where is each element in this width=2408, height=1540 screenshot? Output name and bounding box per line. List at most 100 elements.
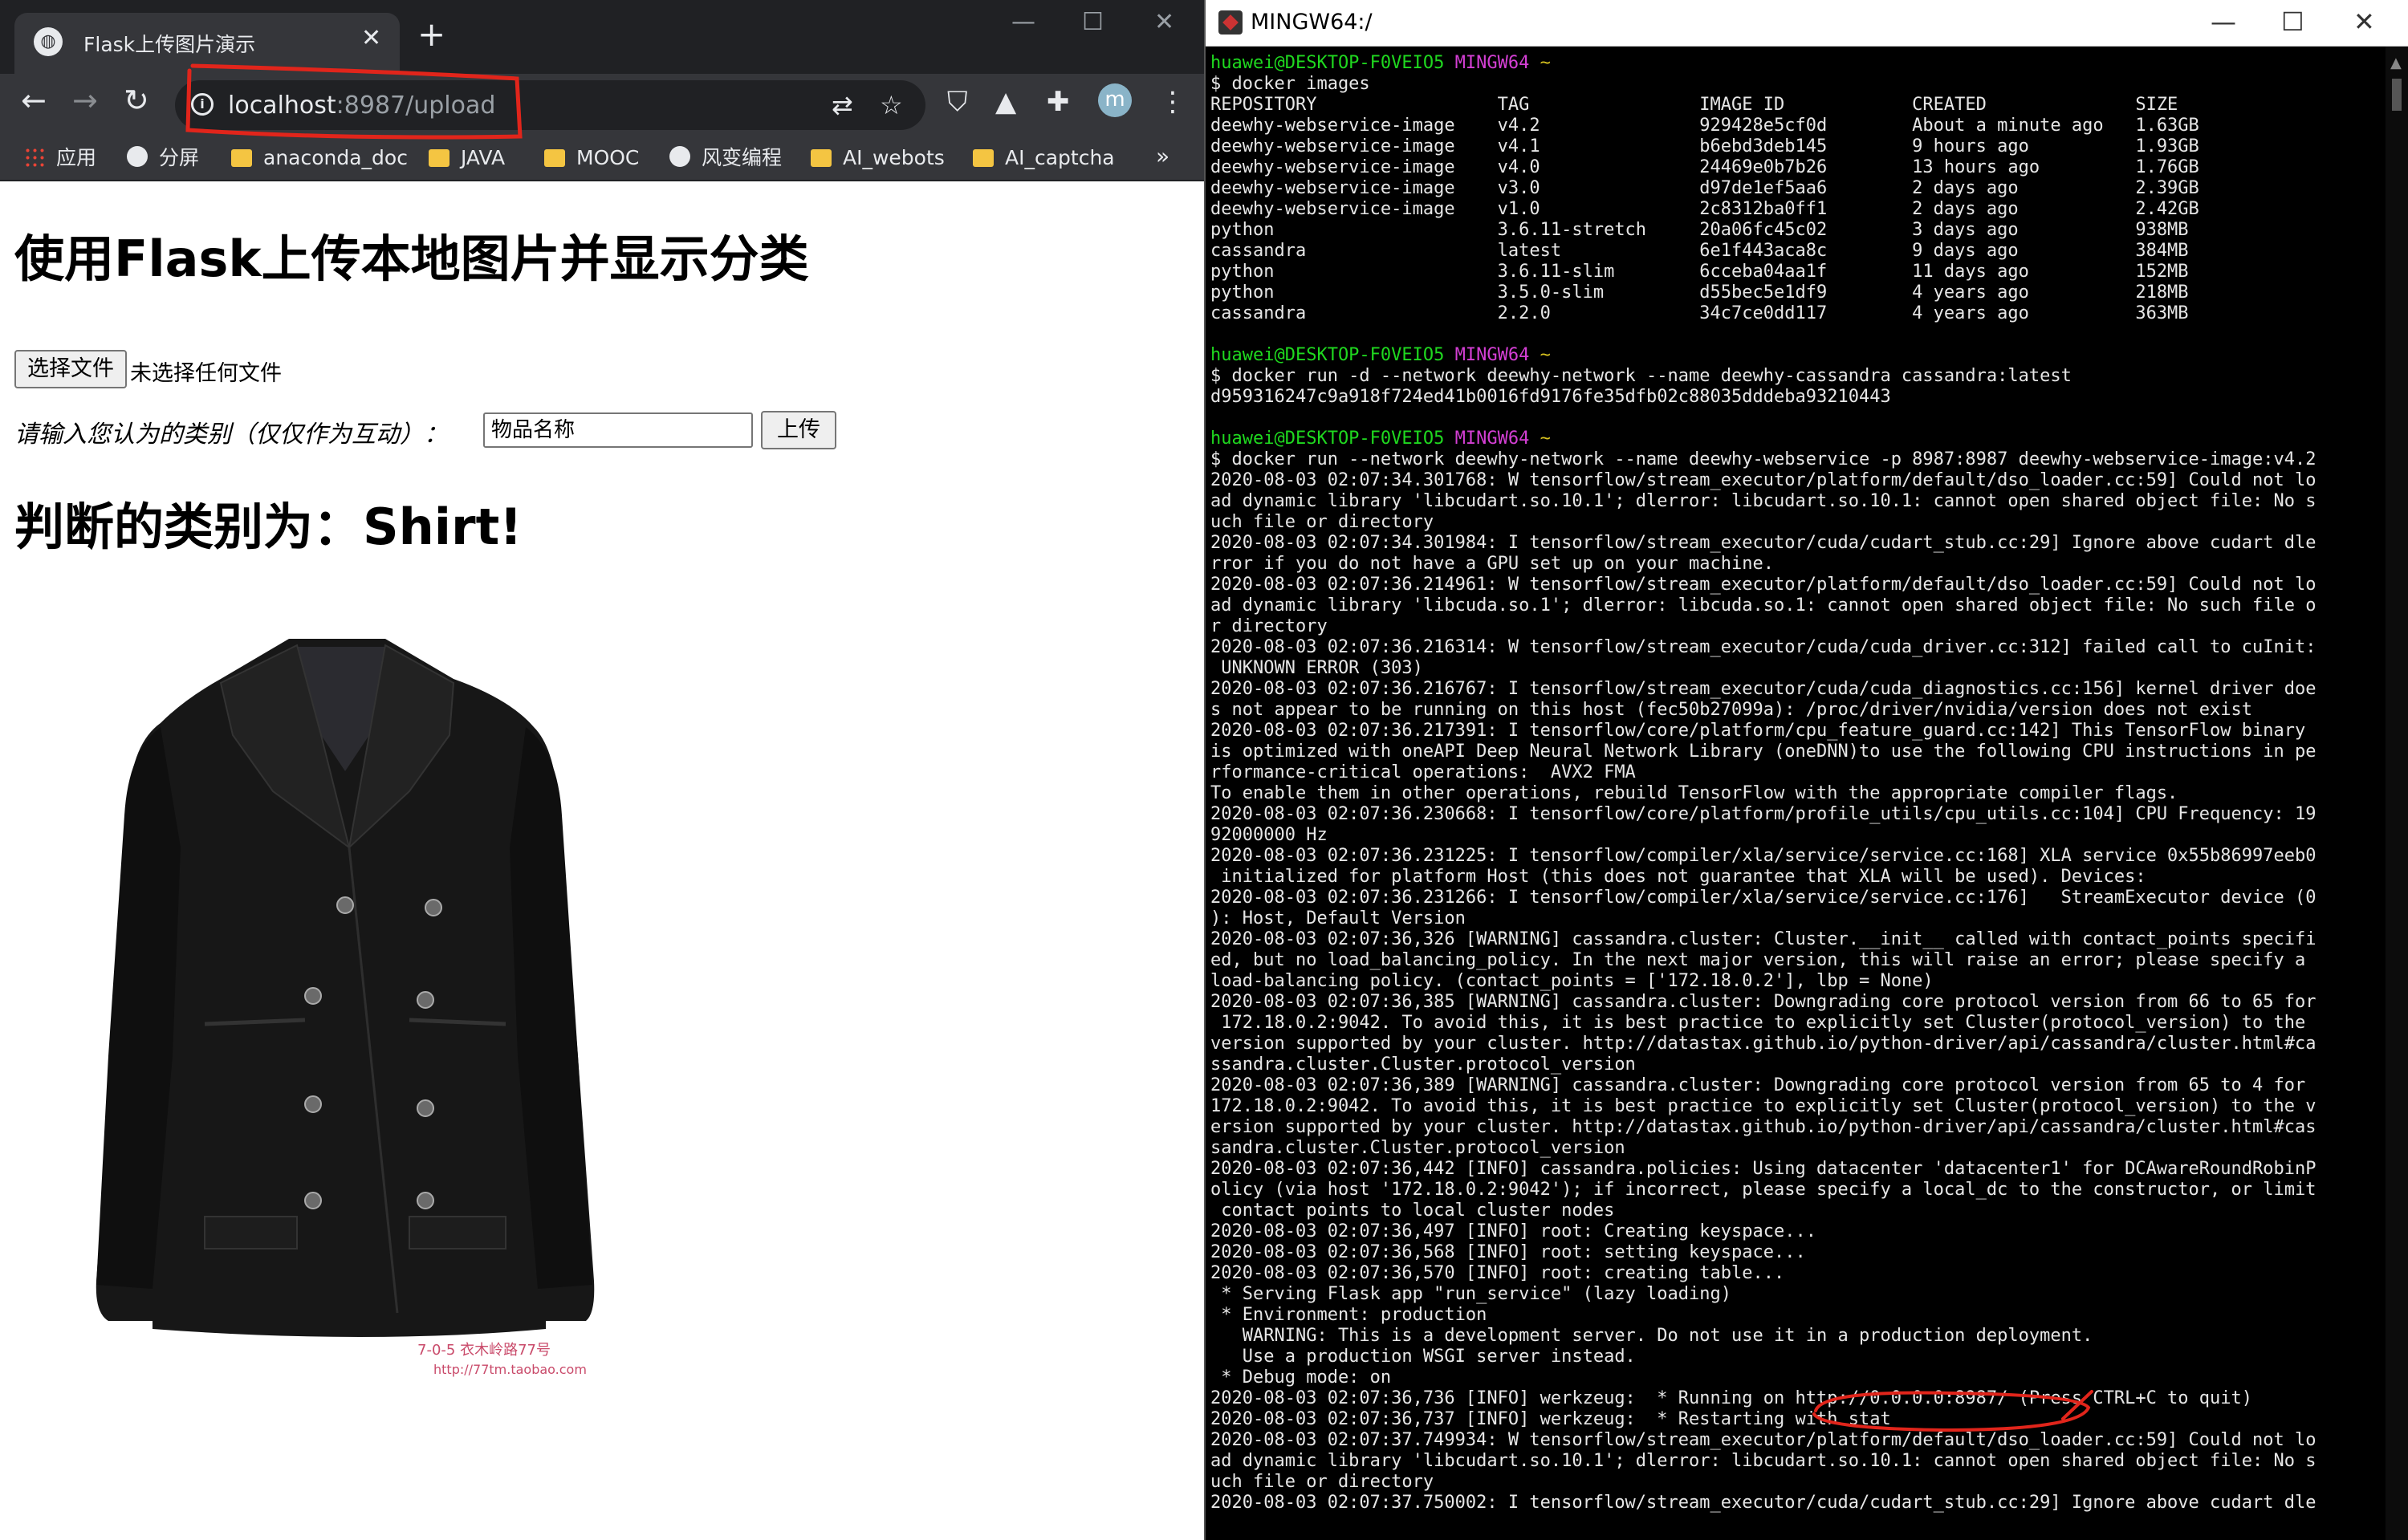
- terminal-line: 2020-08-03 02:07:37.749934: W tensorflow…: [1210, 1430, 2316, 1450]
- reload-icon[interactable]: ↻: [124, 85, 149, 116]
- terminal-line: 2020-08-03 02:07:36,737 [INFO] werkzeug:…: [1210, 1409, 1891, 1429]
- terminal-line: initialized for platform Host (this does…: [1210, 867, 2146, 887]
- terminal-line: 2020-08-03 02:07:36.230668: I tensorflow…: [1210, 804, 2316, 824]
- scrollbar-thumb[interactable]: [2392, 79, 2402, 111]
- terminal-line: 2020-08-03 02:07:36,442 [INFO] cassandra…: [1210, 1159, 2316, 1179]
- terminal-line: $ docker images: [1210, 74, 1370, 94]
- terminal-line: 172.18.0.2:9042. To avoid this, it is be…: [1210, 1013, 2306, 1033]
- terminal-line: ): Host, Default Version: [1210, 908, 1466, 928]
- terminal-line: To enable them in other operations, rebu…: [1210, 783, 2178, 803]
- terminal-line: cassandra latest 6e1f443aca8c 9 days ago…: [1210, 241, 2189, 261]
- forward-icon[interactable]: →: [72, 85, 98, 116]
- terminal-line: 2020-08-03 02:07:36.216767: I tensorflow…: [1210, 679, 2316, 699]
- category-prompt: 请输入您认为的类别（仅仅作为互动）：: [14, 421, 448, 449]
- terminal-line: ad dynamic library 'libcuda.so.1'; dlerr…: [1210, 595, 2316, 616]
- choose-file-button[interactable]: 选择文件: [14, 350, 127, 388]
- terminal-line: ed, but no load_balancing_policy. In the…: [1210, 950, 2306, 970]
- terminal-prompt-line: huawei@DESKTOP-F0VEIO5 MINGW64 ~: [1210, 429, 2382, 449]
- terminal-line: 2020-08-03 02:07:36,570 [INFO] root: cre…: [1210, 1263, 1785, 1283]
- tab-title: Flask上传图片演示: [83, 33, 256, 56]
- bookmark-apps[interactable]: 应用: [24, 141, 96, 175]
- maximize-button[interactable]: ☐: [1082, 8, 1104, 36]
- terminal-line: * Environment: production: [1210, 1305, 1487, 1325]
- terminal-line: 92000000 Hz: [1210, 825, 1328, 845]
- terminal-line: 2020-08-03 02:07:36.214961: W tensorflow…: [1210, 575, 2316, 595]
- terminal-line: Use a production WSGI server instead.: [1210, 1347, 1636, 1367]
- prompt-path: ~: [1529, 345, 1551, 365]
- puzzle-icon[interactable]: ✚: [1047, 88, 1070, 116]
- bookmarks-more-icon[interactable]: »: [1156, 143, 1169, 169]
- result-heading: 判断的类别为：Shirt!: [14, 498, 523, 556]
- terminal-line: 2020-08-03 02:07:36.231266: I tensorflow…: [1210, 888, 2316, 908]
- terminal-line: 2020-08-03 02:07:36,497 [INFO] root: Cre…: [1210, 1221, 1816, 1241]
- terminal-line: deewhy-webservice-image v4.1 b6ebd3deb14…: [1210, 136, 2199, 156]
- terminal-scrollbar[interactable]: ▲: [2386, 47, 2408, 1540]
- terminal-line: ad dynamic library 'libcudart.so.10.1'; …: [1210, 1451, 2316, 1471]
- globe-icon: [127, 146, 148, 167]
- terminal-line: deewhy-webservice-image v4.0 24469e0b7b2…: [1210, 157, 2199, 177]
- folder-icon: [973, 149, 994, 167]
- folder-icon: [811, 149, 832, 167]
- file-status-text: 未选择任何文件: [130, 361, 282, 386]
- prompt-system: MINGW64: [1444, 429, 1530, 449]
- upload-button[interactable]: 上传: [761, 411, 836, 449]
- terminal-line: 2020-08-03 02:07:36,389 [WARNING] cassan…: [1210, 1075, 2306, 1095]
- terminal-line: 2020-08-03 02:07:37.750002: I tensorflow…: [1210, 1493, 2316, 1513]
- bookmark-anaconda-doc[interactable]: anaconda_doc: [231, 141, 408, 175]
- terminal-line: $ docker run --network deewhy-network --…: [1210, 449, 2316, 469]
- mingw-icon: [1218, 10, 1243, 35]
- scroll-up-icon[interactable]: ▲: [2390, 55, 2402, 71]
- prompt-user: huawei@DESKTOP-F0VEIO5: [1210, 53, 1445, 73]
- terminal-line: sandra.cluster.Cluster.protocol_version: [1210, 1138, 1625, 1158]
- category-input[interactable]: 物品名称: [483, 412, 753, 448]
- terminal-prompt-line: huawei@DESKTOP-F0VEIO5 MINGW64 ~: [1210, 345, 2382, 366]
- translate-icon[interactable]: ⇄: [832, 90, 853, 120]
- terminal-line: python 3.6.11-stretch 20a06fc45c02 3 day…: [1210, 220, 2189, 240]
- terminal-line: uch file or directory: [1210, 512, 1434, 532]
- menu-dots-icon[interactable]: ⋮: [1159, 88, 1186, 116]
- close-tab-icon[interactable]: ✕: [361, 24, 381, 52]
- watermark-text: 7-0-5 衣木岭路77号: [417, 1342, 551, 1359]
- red-highlight-annotation: [1812, 1390, 2093, 1432]
- prompt-user: huawei@DESKTOP-F0VEIO5: [1210, 345, 1445, 365]
- bookmark-split-screen[interactable]: 分屏: [127, 141, 199, 175]
- folder-icon: [544, 149, 565, 167]
- watermark-url: http://77tm.taobao.com: [433, 1362, 587, 1377]
- close-window-button[interactable]: ✕: [1154, 8, 1174, 36]
- back-icon[interactable]: ←: [21, 85, 47, 116]
- terminal-line: rformance-critical operations: AVX2 FMA: [1210, 762, 1636, 782]
- bookmark-java[interactable]: JAVA: [429, 141, 505, 175]
- terminal-titlebar: MINGW64:/ — ☐ ✕: [1206, 0, 2408, 47]
- terminal-line: is optimized with oneAPI Deep Neural Net…: [1210, 742, 2316, 762]
- maximize-button[interactable]: ☐: [2281, 6, 2304, 37]
- page-content: 使用Flask上传本地图片并显示分类 选择文件 未选择任何文件 请输入您认为的类…: [0, 181, 1204, 1540]
- terminal-line: deewhy-webservice-image v4.2 929428e5cf0…: [1210, 116, 2199, 136]
- terminal-line: version supported by your cluster. http:…: [1210, 1034, 2316, 1054]
- terminal-line: ersion supported by your cluster. http:/…: [1210, 1117, 2316, 1137]
- terminal-line: contact points to local cluster nodes: [1210, 1201, 1615, 1221]
- close-window-button[interactable]: ✕: [2353, 6, 2375, 37]
- bookmark-mooc[interactable]: MOOC: [544, 141, 639, 175]
- terminal-output[interactable]: huawei@DESKTOP-F0VEIO5 MINGW64 ~ $ docker…: [1210, 53, 2382, 1514]
- shield-extension-icon[interactable]: ⛉: [947, 88, 968, 116]
- bookmark-fengbian[interactable]: 风变编程: [669, 141, 782, 175]
- terminal-window: MINGW64:/ — ☐ ✕ huawei@DESKTOP-F0VEIO5 M…: [1204, 0, 2408, 1540]
- minimize-button[interactable]: —: [1011, 8, 1035, 36]
- terminal-line: uch file or directory: [1210, 1472, 1434, 1492]
- minimize-button[interactable]: —: [2211, 6, 2236, 37]
- terminal-line: 172.18.0.2:9042. To avoid this, it is be…: [1210, 1096, 2316, 1116]
- terminal-line: 2020-08-03 02:07:34.301984: I tensorflow…: [1210, 533, 2316, 553]
- folder-icon: [231, 149, 252, 167]
- terminal-line: cassandra 2.2.0 34c7ce0dd117 4 years ago…: [1210, 303, 2189, 323]
- prompt-user: huawei@DESKTOP-F0VEIO5: [1210, 429, 1445, 449]
- bookmark-ai-captcha[interactable]: AI_captcha: [973, 141, 1115, 175]
- extension-icon[interactable]: ▲: [995, 88, 1016, 116]
- star-icon[interactable]: ☆: [880, 90, 903, 120]
- new-tab-button[interactable]: +: [417, 18, 445, 51]
- terminal-line: 2020-08-03 02:07:34.301768: W tensorflow…: [1210, 470, 2316, 490]
- bookmark-ai-webots[interactable]: AI_webots: [811, 141, 945, 175]
- terminal-line: d959316247c9a918f724ed41b0016fd9176fe35d…: [1210, 387, 1891, 407]
- avatar[interactable]: m: [1098, 83, 1132, 117]
- prompt-system: MINGW64: [1444, 53, 1530, 73]
